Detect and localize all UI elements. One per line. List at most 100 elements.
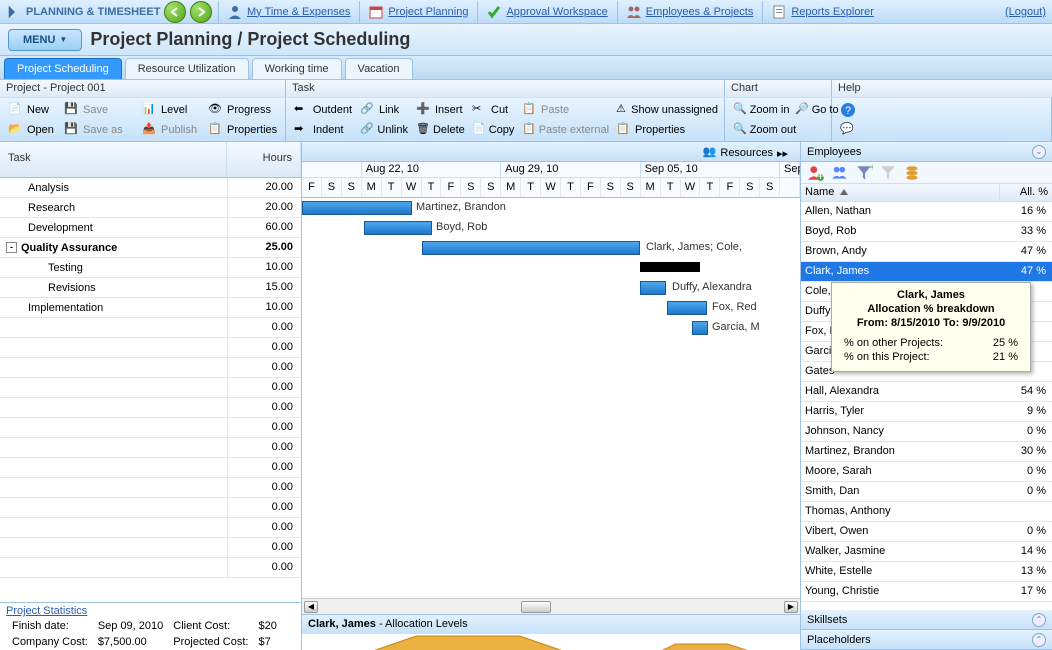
gantt-row[interactable]: Martinez, Brandon: [302, 198, 800, 218]
forward-button[interactable]: [190, 1, 212, 23]
gantt-row[interactable]: Fox, Red: [302, 298, 800, 318]
indent-button[interactable]: ➡Indent: [290, 120, 356, 140]
employee-row[interactable]: Young, Christie17 %: [801, 582, 1052, 602]
gantt-row[interactable]: Garcia, M: [302, 318, 800, 338]
new-button[interactable]: 📄New: [4, 100, 60, 120]
menu-button[interactable]: MENU▼: [8, 29, 82, 51]
gantt-row[interactable]: [302, 578, 800, 598]
nav-reports[interactable]: Reports Explorer: [762, 1, 882, 23]
employees-grid-body[interactable]: Allen, Nathan16 %Boyd, Rob33 %Brown, And…: [801, 202, 1052, 610]
task-row[interactable]: 0.00: [0, 378, 301, 398]
employee-row[interactable]: Boyd, Rob33 %: [801, 222, 1052, 242]
nav-planning[interactable]: Project Planning: [359, 1, 476, 23]
cut-button[interactable]: ✂Cut: [468, 100, 518, 120]
task-row[interactable]: Analysis20.00: [0, 178, 301, 198]
gantt-row[interactable]: [302, 478, 800, 498]
insert-button[interactable]: ➕Insert: [412, 100, 468, 120]
task-row[interactable]: Revisions15.00: [0, 278, 301, 298]
employee-row[interactable]: Martinez, Brandon30 %: [801, 442, 1052, 462]
filter-add-button[interactable]: +: [855, 164, 873, 182]
gantt-row[interactable]: [302, 458, 800, 478]
employee-row[interactable]: Harris, Tyler9 %: [801, 402, 1052, 422]
goto-button[interactable]: 🔎Go to: [791, 100, 835, 120]
employee-row[interactable]: Allen, Nathan16 %: [801, 202, 1052, 222]
employee-row[interactable]: Hall, Alexandra54 %: [801, 382, 1052, 402]
task-row[interactable]: 0.00: [0, 458, 301, 478]
logout-link[interactable]: (Logout): [1005, 6, 1046, 18]
nav-employees[interactable]: Employees & Projects: [617, 1, 762, 23]
tab-utilization[interactable]: Resource Utilization: [125, 58, 249, 79]
stats-title[interactable]: Project Statistics: [6, 605, 87, 617]
placeholders-header[interactable]: Placeholders⌃: [801, 630, 1052, 650]
gantt-hscroll[interactable]: ◀ ▶: [302, 598, 800, 614]
task-properties-button[interactable]: 📋Properties: [612, 120, 722, 140]
gantt-body[interactable]: Martinez, BrandonBoyd, RobClark, James; …: [302, 198, 800, 598]
employees-header[interactable]: Employees⌄: [801, 142, 1052, 162]
col-hours[interactable]: Hours: [227, 142, 301, 177]
task-row[interactable]: 0.00: [0, 358, 301, 378]
task-row[interactable]: 0.00: [0, 438, 301, 458]
task-row[interactable]: 0.00: [0, 418, 301, 438]
gantt-bar[interactable]: [302, 201, 412, 215]
gantt-row[interactable]: [302, 398, 800, 418]
gantt-row[interactable]: [302, 518, 800, 538]
col-name[interactable]: Name: [801, 184, 1000, 201]
gantt-row[interactable]: [302, 498, 800, 518]
show-unassigned-button[interactable]: ⚠Show unassigned: [612, 100, 722, 120]
employee-row[interactable]: Moore, Sarah0 %: [801, 462, 1052, 482]
add-group-button[interactable]: [831, 164, 849, 182]
gantt-bar[interactable]: [692, 321, 708, 335]
gantt-row[interactable]: [302, 438, 800, 458]
gantt-row[interactable]: [302, 558, 800, 578]
help-button[interactable]: ?: [836, 100, 860, 120]
unlink-button[interactable]: 🔗Unlink: [356, 120, 412, 140]
task-row[interactable]: 0.00: [0, 538, 301, 558]
gantt-row[interactable]: [302, 258, 800, 278]
outdent-button[interactable]: ⬅Outdent: [290, 100, 356, 120]
open-button[interactable]: 📂Open: [4, 120, 60, 140]
gantt-row[interactable]: [302, 418, 800, 438]
skillsets-header[interactable]: Skillsets⌃: [801, 610, 1052, 630]
tab-vacation[interactable]: Vacation: [345, 58, 413, 79]
level-button[interactable]: 📊Level: [138, 100, 204, 120]
employee-row[interactable]: Smith, Dan0 %: [801, 482, 1052, 502]
zoomout-button[interactable]: 🔍Zoom out: [729, 120, 791, 140]
task-row[interactable]: 0.00: [0, 498, 301, 518]
gantt-row[interactable]: Duffy, Alexandra: [302, 278, 800, 298]
task-row[interactable]: 0.00: [0, 398, 301, 418]
employee-row[interactable]: Vibert, Owen0 %: [801, 522, 1052, 542]
nav-mytime[interactable]: My Time & Expenses: [218, 1, 358, 23]
tab-scheduling[interactable]: Project Scheduling: [4, 58, 122, 79]
gantt-row[interactable]: Clark, James; Cole,: [302, 238, 800, 258]
task-row[interactable]: Testing10.00: [0, 258, 301, 278]
nav-approval[interactable]: Approval Workspace: [477, 1, 615, 23]
expander-icon[interactable]: -: [6, 242, 17, 253]
gantt-bar[interactable]: [667, 301, 707, 315]
gantt-row[interactable]: [302, 358, 800, 378]
progress-button[interactable]: 👁Progress: [204, 100, 282, 120]
gantt-bar[interactable]: [422, 241, 640, 255]
feedback-button[interactable]: 💬: [836, 120, 860, 140]
employee-row[interactable]: Brown, Andy47 %: [801, 242, 1052, 262]
task-row[interactable]: 0.00: [0, 318, 301, 338]
col-alloc[interactable]: All. %: [1000, 184, 1052, 201]
copy-button[interactable]: 📄Copy: [468, 120, 518, 140]
task-row[interactable]: -Quality Assurance25.00: [0, 238, 301, 258]
gantt-bar[interactable]: [640, 281, 666, 295]
back-button[interactable]: [164, 1, 186, 23]
task-row[interactable]: 0.00: [0, 518, 301, 538]
gantt-row[interactable]: [302, 378, 800, 398]
filter-clear-button[interactable]: [879, 164, 897, 182]
task-row[interactable]: Development60.00: [0, 218, 301, 238]
task-row[interactable]: Implementation10.00: [0, 298, 301, 318]
col-task[interactable]: Task: [0, 142, 227, 177]
scroll-right-button[interactable]: ▶: [784, 601, 798, 613]
add-employee-button[interactable]: +: [807, 164, 825, 182]
task-row[interactable]: 0.00: [0, 338, 301, 358]
delete-button[interactable]: 🗑Delete: [412, 120, 468, 140]
employee-row[interactable]: Walker, Jasmine14 %: [801, 542, 1052, 562]
resource-settings-button[interactable]: [903, 164, 921, 182]
resources-toggle[interactable]: 👥Resources ▸▸: [694, 144, 794, 162]
gantt-row[interactable]: Boyd, Rob: [302, 218, 800, 238]
gantt-summary-bar[interactable]: [640, 262, 700, 272]
